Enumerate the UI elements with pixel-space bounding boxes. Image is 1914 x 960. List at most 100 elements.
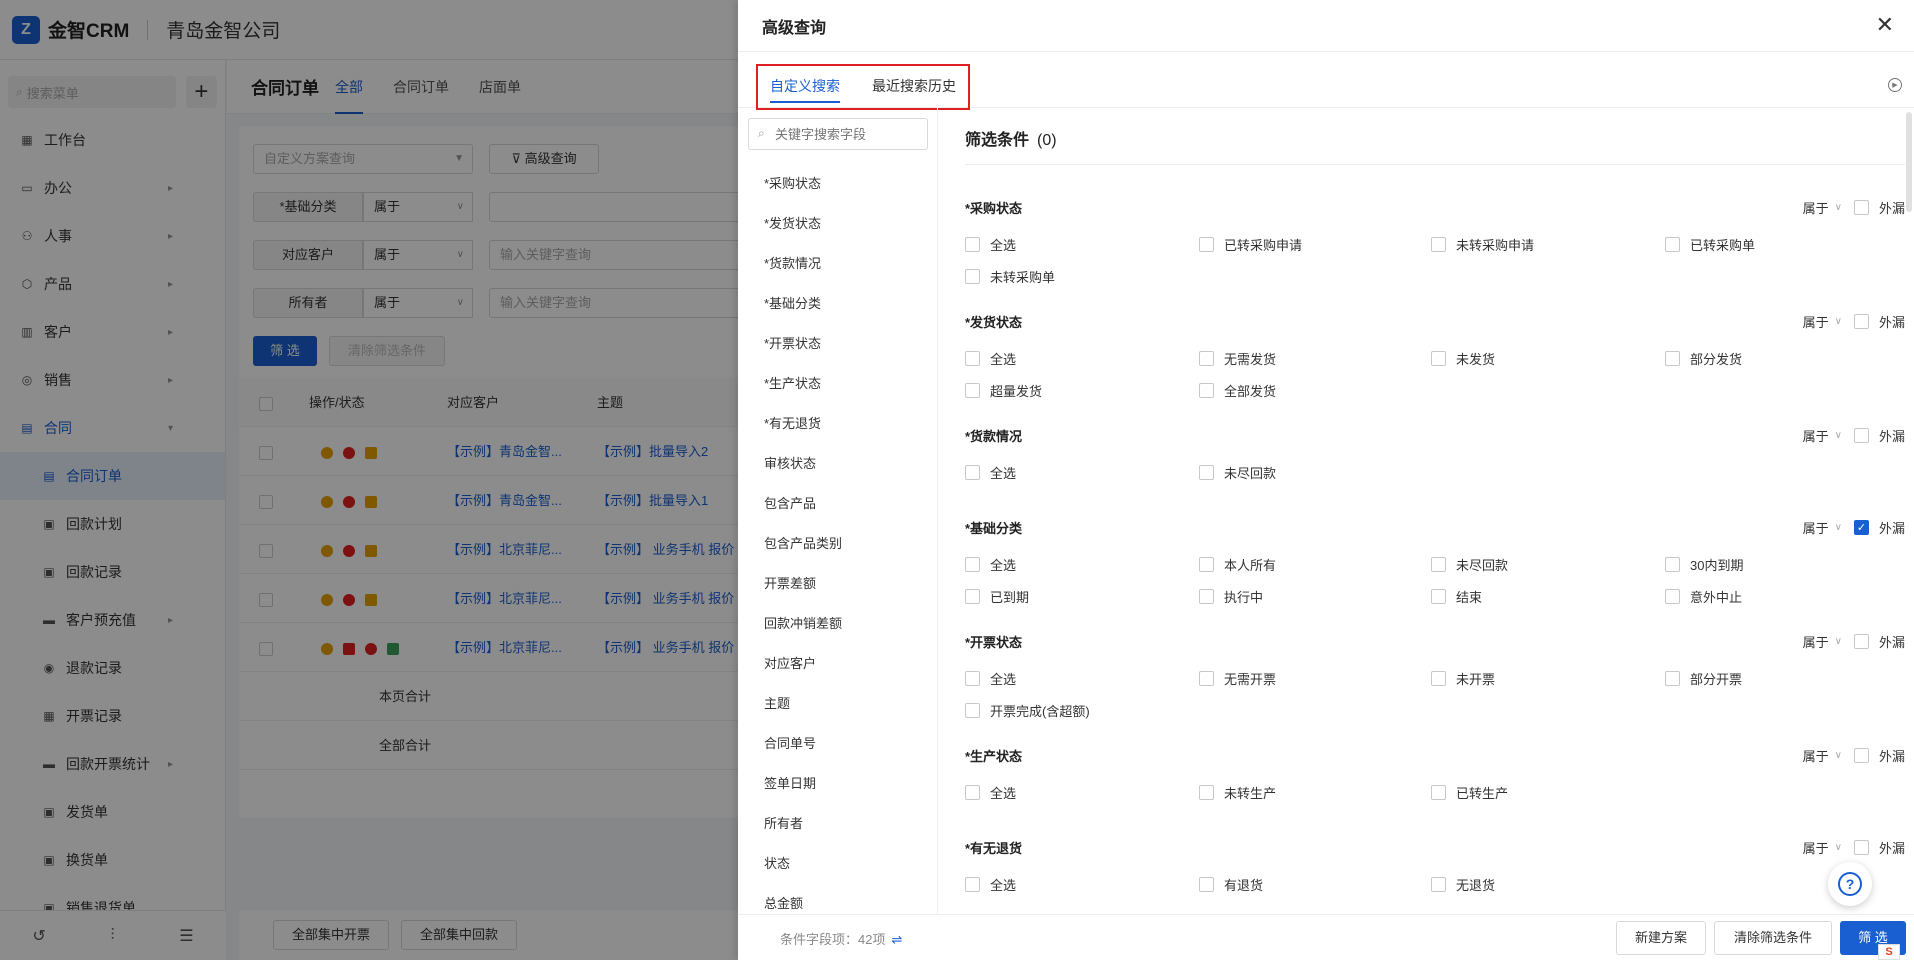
- group-controls: 属于 ∨ 外漏: [1803, 838, 1905, 857]
- option-checkbox[interactable]: 已转生产: [1431, 783, 1508, 802]
- app-badge-icon[interactable]: S: [1878, 944, 1900, 960]
- field-search-input[interactable]: [748, 118, 928, 150]
- option-checkbox[interactable]: 部分开票: [1665, 669, 1742, 688]
- close-icon[interactable]: ✕: [1876, 14, 1894, 36]
- exclude-label: 外漏: [1878, 315, 1905, 330]
- group-controls: 属于 ∨ 外漏: [1803, 312, 1905, 331]
- option-label: 有退货: [1224, 878, 1264, 893]
- field-item[interactable]: *基础分类: [738, 284, 937, 324]
- exclude-checkbox[interactable]: [1853, 748, 1869, 763]
- option-checkbox[interactable]: 未开票: [1431, 669, 1495, 688]
- option-checkbox[interactable]: 已转采购申请: [1199, 235, 1302, 254]
- new-scheme-button[interactable]: 新建方案: [1616, 921, 1706, 955]
- option-checkbox[interactable]: 无需开票: [1199, 669, 1276, 688]
- option-checkbox[interactable]: 有退货: [1199, 875, 1263, 894]
- option-label: 无需开票: [1224, 672, 1277, 687]
- option-checkbox[interactable]: 未转采购申请: [1431, 235, 1534, 254]
- option-checkbox[interactable]: 无需发货: [1199, 349, 1276, 368]
- option-checkbox[interactable]: 已转采购单: [1665, 235, 1755, 254]
- condition-group-production: *生产状态 属于 ∨ 外漏 全选 未转生产 已转生产: [965, 746, 1905, 801]
- exclude-checkbox[interactable]: [1853, 200, 1869, 215]
- option-checkbox[interactable]: 超量发货: [965, 381, 1042, 400]
- field-item[interactable]: *开票状态: [738, 324, 937, 364]
- exclude-checkbox[interactable]: [1853, 428, 1869, 443]
- tab-custom-search[interactable]: 自定义搜索: [770, 76, 840, 96]
- field-item[interactable]: *生产状态: [738, 364, 937, 404]
- option-label: 全选: [990, 878, 1017, 893]
- condition-group-purchase: *采购状态 属于 ∨ 外漏 全选 已转采购申请 未转采购申请 已转采购单 未转采购…: [965, 198, 1905, 285]
- field-item[interactable]: *货款情况: [738, 244, 937, 284]
- option-checkbox[interactable]: 无退货: [1431, 875, 1495, 894]
- chevron-down-icon: ∨: [1834, 750, 1842, 761]
- play-circle-icon[interactable]: ▶: [1888, 78, 1902, 92]
- field-item[interactable]: *有无退货: [738, 404, 937, 444]
- operator-select[interactable]: 属于: [1803, 518, 1829, 537]
- exclude-checkbox[interactable]: [1853, 840, 1869, 855]
- option-checkbox[interactable]: 全选: [965, 555, 1016, 574]
- field-item[interactable]: 开票差额: [738, 564, 937, 604]
- operator-select[interactable]: 属于: [1803, 198, 1829, 217]
- option-label: 全选: [990, 558, 1017, 573]
- option-checkbox[interactable]: 开票完成(含超额): [965, 701, 1090, 720]
- condition-group-invoice: *开票状态 属于 ∨ 外漏 全选 无需开票 未开票 部分开票 开票完成(含超额): [965, 632, 1905, 719]
- operator-select[interactable]: 属于: [1803, 632, 1829, 651]
- option-checkbox[interactable]: 本人所有: [1199, 555, 1276, 574]
- field-item[interactable]: 对应客户: [738, 644, 937, 684]
- option-checkbox[interactable]: 执行中: [1199, 587, 1263, 606]
- tab-recent-history[interactable]: 最近搜索历史: [872, 76, 956, 96]
- option-checkbox[interactable]: 未发货: [1431, 349, 1495, 368]
- option-checkbox[interactable]: 已到期: [965, 587, 1029, 606]
- option-checkbox[interactable]: 全选: [965, 349, 1016, 368]
- drawer-tabs: 自定义搜索 最近搜索历史 ▶: [738, 52, 1914, 110]
- field-item[interactable]: 主题: [738, 684, 937, 724]
- field-item[interactable]: 包含产品类别: [738, 524, 937, 564]
- adjust-icon[interactable]: ⇌: [891, 932, 902, 947]
- exclude-label: 外漏: [1878, 429, 1905, 444]
- operator-select[interactable]: 属于: [1803, 838, 1829, 857]
- group-title: *基础分类: [965, 521, 1023, 536]
- option-checkbox[interactable]: 全部发货: [1199, 381, 1276, 400]
- option-checkbox[interactable]: 未转生产: [1199, 783, 1276, 802]
- help-button[interactable]: ?: [1828, 862, 1872, 906]
- field-item[interactable]: 签单日期: [738, 764, 937, 804]
- field-item[interactable]: 所有者: [738, 804, 937, 844]
- operator-select[interactable]: 属于: [1803, 746, 1829, 765]
- option-checkbox[interactable]: 部分发货: [1665, 349, 1742, 368]
- group-controls: 属于 ∨ ✓ 外漏: [1803, 518, 1905, 537]
- option-checkbox[interactable]: 结束: [1431, 587, 1482, 606]
- exclude-checkbox[interactable]: [1853, 314, 1869, 329]
- field-item[interactable]: *采购状态: [738, 164, 937, 204]
- option-label: 无需发货: [1224, 352, 1277, 367]
- option-checkbox[interactable]: 意外中止: [1665, 587, 1742, 606]
- option-checkbox[interactable]: 全选: [965, 783, 1016, 802]
- option-label: 未发货: [1456, 352, 1496, 367]
- field-item[interactable]: 状态: [738, 844, 937, 884]
- operator-select[interactable]: 属于: [1803, 312, 1829, 331]
- option-checkbox[interactable]: 未尽回款: [1199, 463, 1276, 482]
- option-checkbox[interactable]: 全选: [965, 235, 1016, 254]
- conditions-panel: 筛选条件 (0) *采购状态 属于 ∨ 外漏 全选 已转采购申请 未转采购申请 已转…: [939, 108, 1914, 914]
- field-item[interactable]: 合同单号: [738, 724, 937, 764]
- clear-conditions-button[interactable]: 清除筛选条件: [1714, 921, 1832, 955]
- option-checkbox[interactable]: 30内到期: [1665, 555, 1743, 574]
- field-item[interactable]: 包含产品: [738, 484, 937, 524]
- exclude-checkbox[interactable]: ✓: [1853, 520, 1869, 535]
- field-item[interactable]: 回款冲销差额: [738, 604, 937, 644]
- scrollbar[interactable]: [1906, 112, 1912, 212]
- group-controls: 属于 ∨ 外漏: [1803, 746, 1905, 765]
- option-checkbox[interactable]: 全选: [965, 463, 1016, 482]
- option-checkbox[interactable]: 全选: [965, 875, 1016, 894]
- field-item[interactable]: 总金额: [738, 884, 937, 914]
- exclude-label: 外漏: [1878, 749, 1905, 764]
- field-item[interactable]: 审核状态: [738, 444, 937, 484]
- exclude-checkbox[interactable]: [1853, 634, 1869, 649]
- option-checkbox[interactable]: 未转采购单: [965, 267, 1055, 286]
- field-item[interactable]: *发货状态: [738, 204, 937, 244]
- option-checkbox[interactable]: 未尽回款: [1431, 555, 1508, 574]
- option-label: 部分发货: [1690, 352, 1743, 367]
- conditions-header: 筛选条件 (0): [965, 126, 1057, 150]
- option-label: 全选: [990, 786, 1017, 801]
- option-checkbox[interactable]: 全选: [965, 669, 1016, 688]
- operator-select[interactable]: 属于: [1803, 426, 1829, 445]
- active-tab-indicator: [770, 101, 840, 103]
